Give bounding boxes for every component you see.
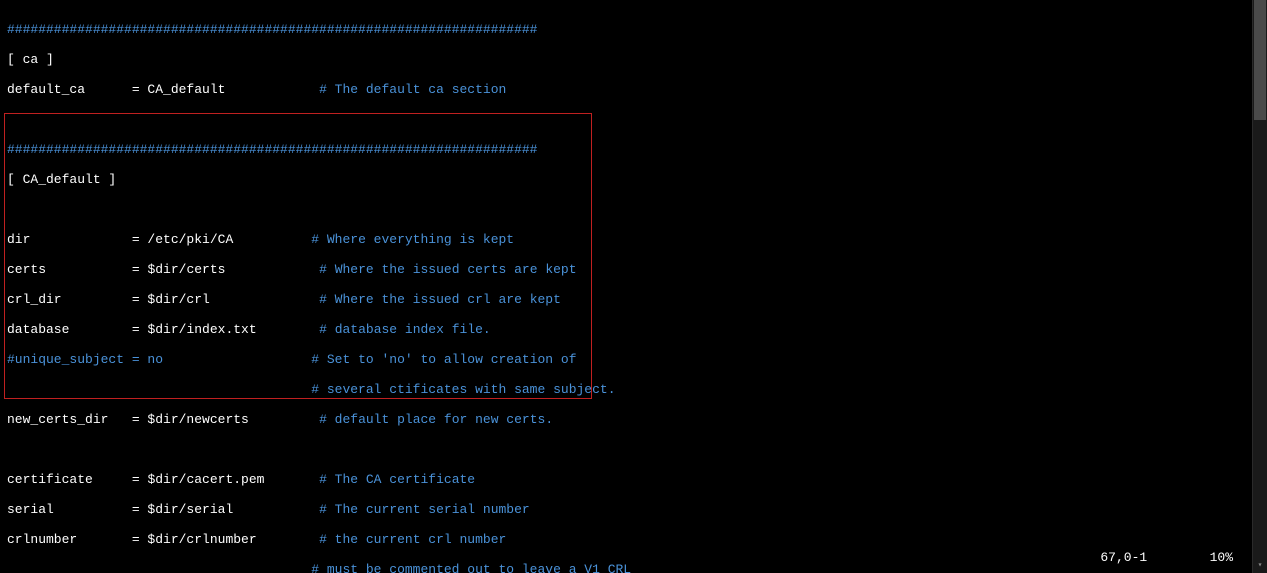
section-ca-default: [ CA_default ]: [7, 172, 116, 187]
val-serial: = $dir/serial: [132, 502, 233, 517]
scrollbar-down-icon[interactable]: ▾: [1253, 559, 1267, 573]
comment-ruler: ########################################…: [7, 142, 538, 157]
cmt-unique-subject: # Set to 'no' to allow creation of: [311, 352, 576, 367]
cmt-database: # database index file.: [319, 322, 491, 337]
cmt-certs: # Where the issued certs are kept: [319, 262, 576, 277]
cmt-crlnumber: # the current crl number: [319, 532, 506, 547]
cmt-default-ca: # The default ca section: [319, 82, 506, 97]
terminal-text: ########################################…: [0, 0, 1253, 573]
key-crldir: crl_dir: [7, 292, 62, 307]
cmt-certificate: # The CA certificate: [319, 472, 475, 487]
comment-ruler: ########################################…: [7, 22, 538, 37]
scrollbar-thumb[interactable]: [1254, 0, 1266, 120]
cmt-serial: # The current serial number: [319, 502, 530, 517]
key-database: database: [7, 322, 69, 337]
section-ca: [ ca ]: [7, 52, 54, 67]
pad: [1147, 550, 1209, 565]
val-certificate: = $dir/cacert.pem: [132, 472, 265, 487]
pad: [108, 412, 131, 427]
val-certs: = $dir/certs: [132, 262, 226, 277]
val-crldir: = $dir/crl: [132, 292, 210, 307]
pad: [7, 562, 311, 573]
val-newcerts: = $dir/newcerts: [132, 412, 249, 427]
cmt-crldir: # Where the issued crl are kept: [319, 292, 561, 307]
key-unique-subject: #unique_subject = no: [7, 352, 163, 367]
key-serial: serial: [7, 502, 54, 517]
key-dir: dir: [7, 232, 30, 247]
pad: [264, 352, 311, 367]
val-crlnumber: = $dir/crlnumber: [132, 532, 257, 547]
key-default-ca: default_ca: [7, 82, 85, 97]
terminal-viewport[interactable]: ########################################…: [0, 0, 1253, 573]
pad: [264, 472, 319, 487]
val-dir: = /etc/pki/CA: [132, 232, 233, 247]
cursor-position: 67,0-1: [1100, 550, 1147, 565]
scrollbar[interactable]: ▴ ▾: [1252, 0, 1267, 573]
cmt-unique-subject2: # several ctificates with same subject.: [311, 382, 615, 397]
pad: [257, 532, 319, 547]
pad: [225, 262, 319, 277]
pad: [62, 292, 132, 307]
pad: [30, 232, 131, 247]
key-certs: certs: [7, 262, 46, 277]
key-newcerts: new_certs_dir: [7, 412, 108, 427]
cmt-dir: # Where everything is kept: [311, 232, 514, 247]
pad: [69, 322, 131, 337]
pad: [225, 82, 319, 97]
pad: [249, 412, 319, 427]
pad: [233, 502, 319, 517]
pad: [233, 232, 311, 247]
val-database: = $dir/index.txt: [132, 322, 257, 337]
scroll-percent: 10%: [1210, 550, 1233, 565]
key-crlnumber: crlnumber: [7, 532, 77, 547]
pad: [77, 532, 132, 547]
cmt-newcerts: # default place for new certs.: [319, 412, 553, 427]
pad: [54, 502, 132, 517]
cmt-crlnumber2: # must be commented out to leave a V1 CR…: [311, 562, 631, 573]
key-certificate: certificate: [7, 472, 93, 487]
pad: [46, 262, 132, 277]
status-bar: 67,0-1 10%: [1100, 550, 1233, 565]
pad: [93, 472, 132, 487]
pad: [257, 322, 319, 337]
val-default-ca: = CA_default: [132, 82, 226, 97]
pad: [7, 382, 311, 397]
pad: [210, 292, 319, 307]
pad: [85, 82, 132, 97]
pad: [163, 352, 264, 367]
